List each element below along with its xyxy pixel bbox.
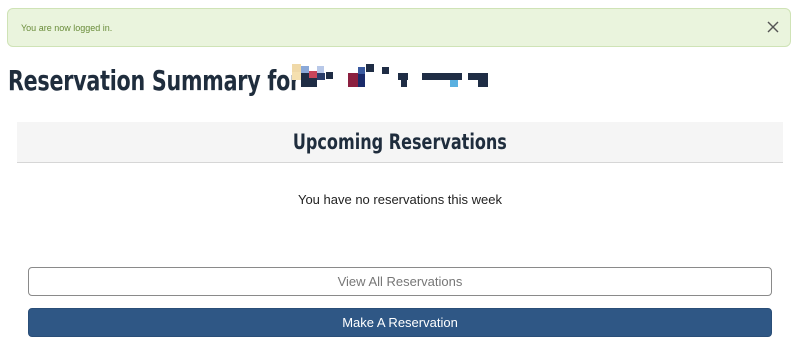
- panel-header: Upcoming Reservations: [17, 122, 783, 163]
- redacted-username-image: [292, 64, 488, 87]
- alert-message: You are now logged in.: [21, 23, 113, 33]
- upcoming-reservations-panel: Upcoming Reservations You have no reserv…: [17, 122, 783, 235]
- empty-state-message: You have no reservations this week: [297, 191, 503, 207]
- panel-title: Upcoming Reservations: [292, 130, 507, 154]
- make-reservation-button[interactable]: Make A Reservation: [28, 308, 772, 337]
- page-title: Reservation Summary for: [8, 63, 300, 97]
- login-success-alert: You are now logged in.: [7, 8, 791, 47]
- panel-body: You have no reservations this week: [17, 163, 783, 235]
- view-all-reservations-button[interactable]: View All Reservations: [28, 267, 772, 296]
- close-icon[interactable]: [765, 19, 781, 35]
